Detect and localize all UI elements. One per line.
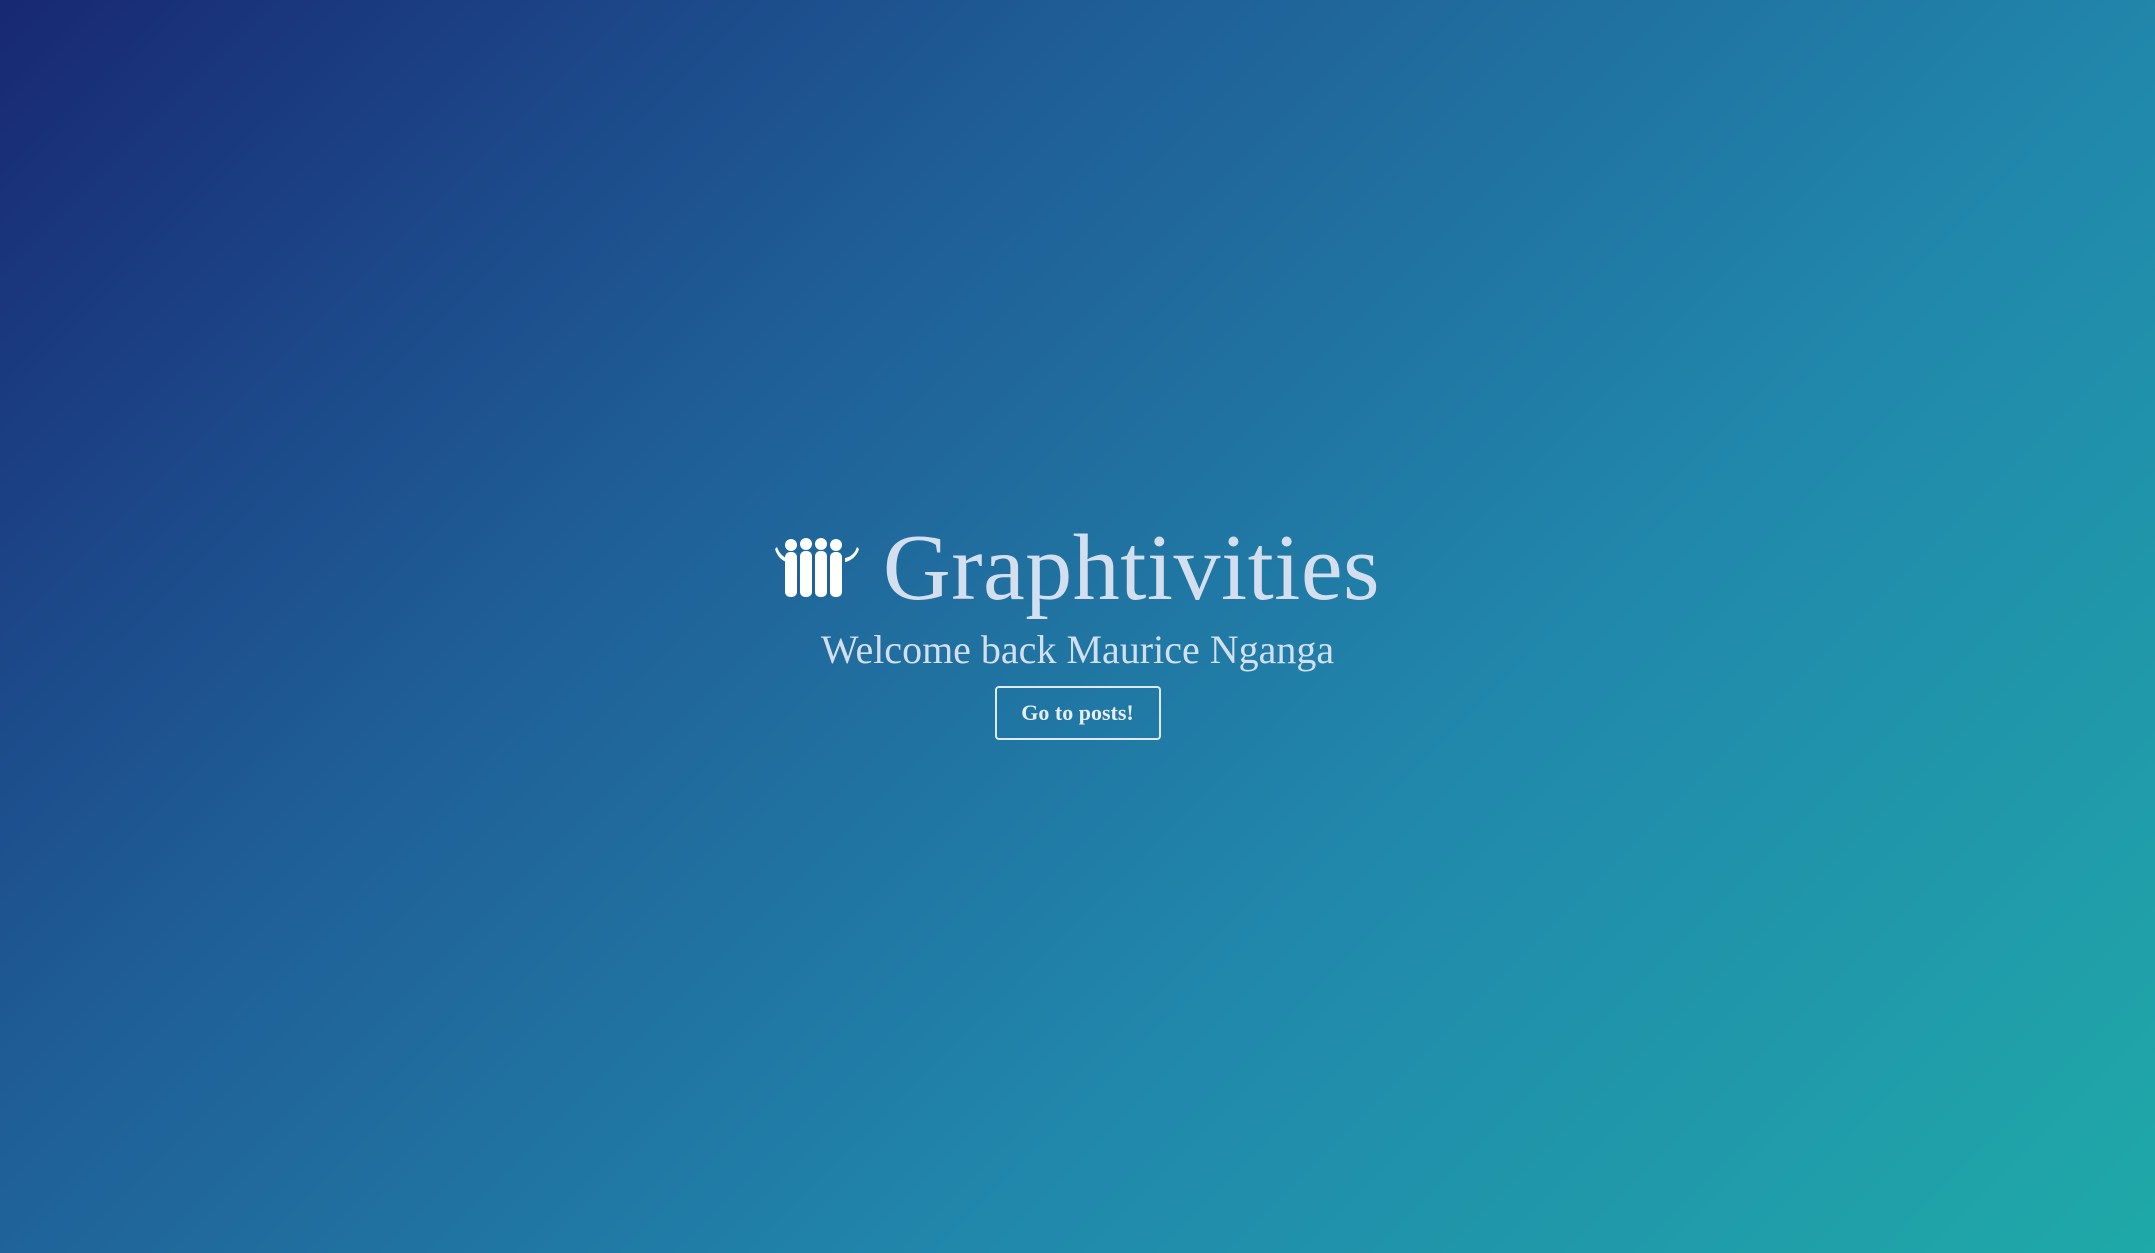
brand-lockup: Graphtivities	[774, 516, 1381, 620]
go-to-posts-button[interactable]: Go to posts!	[994, 686, 1161, 740]
app-title: Graphtivities	[882, 516, 1381, 620]
landing-hero: Graphtivities Welcome back Maurice Ngang…	[0, 0, 2155, 1253]
people-group-icon	[774, 538, 859, 597]
brand-header: Graphtivities	[0, 518, 2155, 618]
cta-container: Go to posts!	[0, 686, 2155, 740]
welcome-message: Welcome back Maurice Nganga	[820, 627, 1335, 672]
